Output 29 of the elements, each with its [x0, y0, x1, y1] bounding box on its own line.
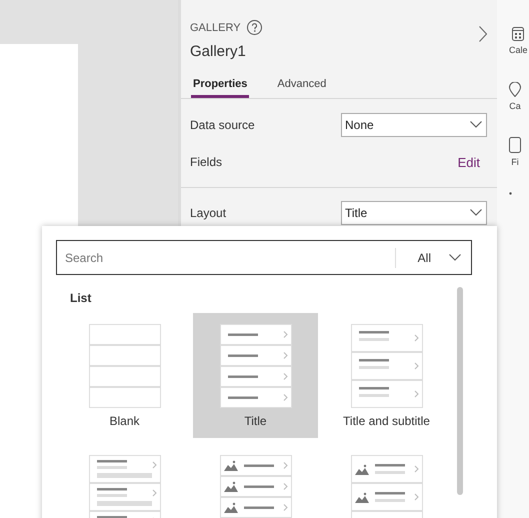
chevron-down-icon: [470, 209, 482, 216]
control-type: GALLERY: [190, 22, 241, 34]
form-icon: [509, 137, 521, 153]
scrollbar[interactable]: [457, 287, 463, 495]
toolbar-label[interactable]: Ca: [509, 101, 521, 111]
chevron-down-icon: [449, 254, 461, 261]
layout-option[interactable]: Title: [193, 313, 318, 438]
toolbar-label[interactable]: Cale: [509, 45, 528, 55]
layout-option[interactable]: Title and subtitle: [324, 313, 449, 438]
layout-option[interactable]: Blank: [62, 313, 187, 438]
data-source-dropdown[interactable]: None: [341, 112, 487, 136]
edit-link[interactable]: Edit: [458, 154, 480, 170]
calendar-icon: [512, 27, 524, 41]
help-icon[interactable]: [246, 20, 262, 35]
more-icon: [509, 192, 512, 195]
chevron-down-icon: [470, 121, 482, 128]
search-field[interactable]: Search All: [56, 240, 472, 275]
tab[interactable]: Advanced: [275, 74, 328, 98]
chevron-right-icon[interactable]: [479, 26, 487, 42]
toolbar-label[interactable]: Fi: [511, 157, 519, 167]
field-label: Layout: [190, 206, 226, 220]
section-heading: List: [70, 291, 92, 305]
field-label: Fields: [190, 155, 222, 169]
filter-dropdown[interactable]: All: [394, 248, 471, 268]
layout-dropdown[interactable]: Title: [341, 200, 487, 224]
control-name: Gallery1: [190, 43, 247, 60]
field-label: Data source: [190, 118, 255, 132]
location-pin-icon: [509, 82, 521, 97]
tab[interactable]: Properties: [191, 74, 250, 98]
